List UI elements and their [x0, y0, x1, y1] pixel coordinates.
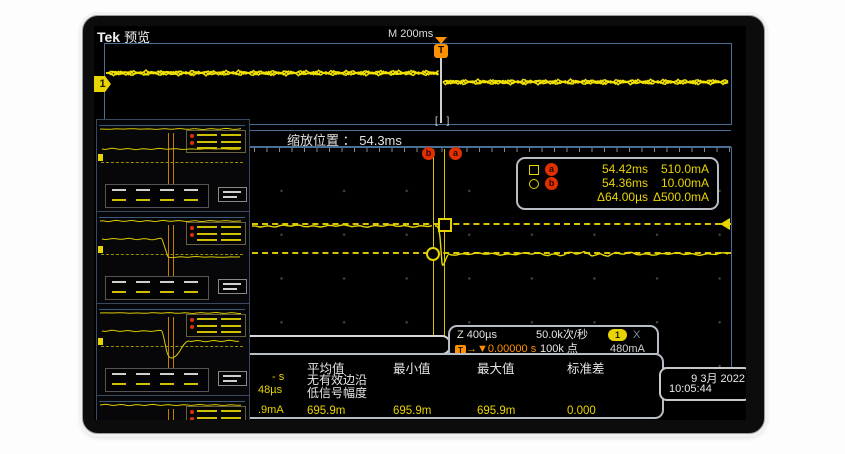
square-marker-icon: [529, 165, 539, 175]
scope-thumbnail-3[interactable]: [96, 303, 250, 396]
thumb-cursor-line: [168, 317, 169, 373]
thumb-datetime-box: [218, 371, 247, 386]
thumb-meas-table: [105, 276, 209, 300]
thumb-topbar: [99, 125, 245, 126]
channel-scale-badge[interactable]: 1X: [608, 329, 640, 342]
col-header-min: 最小值: [393, 358, 431, 377]
scope-screen: Tek 预览 M 200ms T 1 [ ] 缩放位置 ： 54.3ms b a: [94, 26, 746, 420]
oscilloscope-screenshot: Tek 预览 M 200ms T 1 [ ] 缩放位置 ： 54.3ms b a: [0, 0, 845, 454]
cursor-b-row: b 54.36ms 10.00mA: [518, 176, 717, 191]
cursor-a-row-badge: a: [545, 163, 558, 176]
brand-logo: Tek 预览: [97, 27, 150, 46]
thumb-readout-box: [186, 406, 246, 420]
reference-level-arrow-icon: [720, 218, 730, 230]
zoom-position-value: 54.3ms: [359, 133, 402, 148]
col-header-max: 最大值: [477, 358, 515, 377]
thumb-cursor-level: [101, 346, 243, 347]
thumb-cursor-line: [173, 409, 174, 420]
thumb-cursor-line: [168, 409, 169, 420]
sample-rate-readout: 50.0k次/秒: [536, 329, 588, 342]
zoom-scale-readout: Z 400µs: [457, 329, 497, 342]
brand-text: Tek: [97, 29, 120, 45]
partial-value-1: - s: [272, 371, 284, 383]
zoom-window-bracket-icon[interactable]: [ ]: [435, 116, 452, 127]
cursor-b-circle-marker[interactable]: [426, 247, 440, 261]
thumb-topbar: [99, 309, 245, 310]
measurement-table: 平均值 最小值 最大值 标准差 - s 48µs .9mA 无有效边沿 低信号幅…: [234, 353, 664, 419]
scope-thumbnail-1[interactable]: [96, 119, 250, 212]
thumb-cursor-line: [173, 133, 174, 189]
thumb-meas-table: [105, 368, 209, 392]
thumb-cursor-line: [173, 317, 174, 373]
circle-marker-icon: [529, 179, 539, 189]
thumb-datetime-box: [218, 187, 247, 202]
partial-value-2: 48µs: [258, 384, 282, 396]
thumb-channel-marker: [98, 246, 103, 253]
thumb-channel-marker: [98, 338, 103, 345]
status-bar-empty: [238, 335, 451, 355]
thumb-channel-marker: [98, 154, 103, 161]
cursor-a-row: a 54.42ms 510.0mA: [518, 162, 717, 177]
scope-thumbnail-4[interactable]: [96, 395, 250, 420]
message-low-amplitude: 低信号幅度: [307, 384, 367, 401]
trigger-marker-arrow-icon[interactable]: [435, 37, 447, 44]
zoom-position-readout: 缩放位置 ： 54.3ms: [287, 130, 402, 149]
overview-window: [104, 43, 732, 125]
thumb-readout-box: [186, 314, 246, 337]
cursor-a-badge[interactable]: a: [449, 147, 462, 160]
thumb-cursor-level: [101, 162, 243, 163]
thumb-topbar: [99, 217, 245, 218]
thumb-cursor-line: [168, 225, 169, 281]
cursor-delta-row: Δ64.00µs Δ500.0mA: [518, 190, 717, 205]
horizontal-scale-readout: M 200ms: [388, 28, 433, 40]
thumb-cursor-line: [168, 133, 169, 189]
cursor-a-amplitude: 510.0mA: [629, 162, 709, 177]
col-header-stddev: 标准差: [567, 358, 605, 377]
thumb-datetime-box: [218, 279, 247, 294]
channel-1-badge[interactable]: 1: [608, 329, 627, 341]
cursor-a-square-marker[interactable]: [438, 218, 452, 232]
cursor-readout-box: a 54.42ms 510.0mA b 54.36ms 10.00mA Δ64.…: [516, 157, 719, 210]
time-readout: 10:05:44: [669, 383, 712, 395]
thumb-cursor-level: [101, 254, 243, 255]
trigger-marker-badge[interactable]: T: [434, 44, 448, 58]
channel-symbol: X: [633, 329, 640, 341]
datetime-box: 9 3月 2022 10:05:44: [659, 367, 746, 401]
thumb-topbar: [99, 401, 245, 402]
thumb-readout-box: [186, 130, 246, 153]
scope-thumbnail-2[interactable]: [96, 211, 250, 304]
scope-bezel: Tek 预览 M 200ms T 1 [ ] 缩放位置 ： 54.3ms b a: [82, 15, 765, 434]
mode-label: 预览: [124, 30, 150, 45]
cursor-a-line[interactable]: [444, 149, 445, 341]
stat-stddev-value: 0.000: [567, 405, 596, 417]
cursor-a-level-line[interactable]: [252, 223, 731, 225]
thumb-meas-table: [105, 184, 209, 208]
stat-max-value: 695.9m: [477, 405, 515, 417]
thumb-readout-box: [186, 222, 246, 245]
partial-value-3: .9mA: [258, 404, 284, 416]
cursor-b-row-badge: b: [545, 177, 558, 190]
cursor-delta-amplitude: Δ500.0mA: [629, 190, 709, 205]
cursor-b-level-line[interactable]: [252, 252, 731, 254]
stat-min-value: 695.9m: [393, 405, 431, 417]
cursor-b-line[interactable]: [433, 149, 434, 341]
zoom-position-label: 缩放位置 ：: [287, 133, 356, 148]
cursor-b-badge[interactable]: b: [422, 147, 435, 160]
cursor-b-amplitude: 10.00mA: [629, 176, 709, 191]
thumb-cursor-line: [173, 225, 174, 281]
stat-mean-value: 695.9m: [307, 405, 345, 417]
